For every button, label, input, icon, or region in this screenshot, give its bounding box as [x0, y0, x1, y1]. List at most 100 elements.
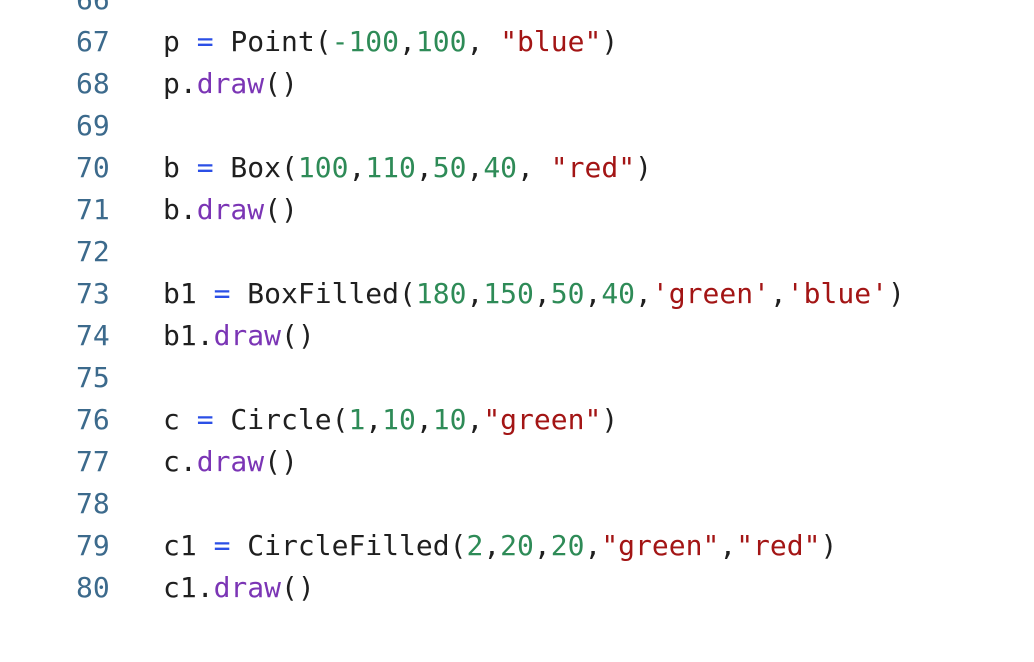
- code-token-method: draw: [196, 193, 265, 226]
- line-number: 77: [76, 445, 110, 478]
- line-number: 68: [76, 67, 110, 100]
- code-text[interactable]: b.draw(): [163, 189, 298, 231]
- code-token-num: 40: [483, 151, 518, 184]
- code-token-plain: (): [264, 67, 298, 100]
- code-token-num: -100: [331, 25, 400, 58]
- code-token-plain: ,: [533, 529, 551, 562]
- code-line[interactable]: 67 p = Point(-100,100, "blue"): [0, 21, 1034, 63]
- code-line[interactable]: 75: [0, 357, 1034, 399]
- code-text[interactable]: p.draw(): [163, 63, 298, 105]
- code-lines[interactable]: 6667p = Point(-100,100, "blue")68p.draw(…: [0, 0, 1034, 609]
- code-line[interactable]: 68 p.draw(): [0, 63, 1034, 105]
- code-token-plain: ,: [517, 151, 551, 184]
- code-token-plain: ): [601, 25, 619, 58]
- code-text[interactable]: p = Point(-100,100, "blue"): [163, 21, 618, 63]
- code-token-plain: ,: [533, 277, 551, 310]
- code-token-method: draw: [196, 67, 265, 100]
- code-token-op: =: [196, 151, 214, 184]
- code-token-num: 10: [382, 403, 416, 436]
- line-number: 73: [76, 277, 110, 310]
- code-token-plain: Point(: [213, 25, 332, 58]
- code-token-plain: ,: [466, 151, 484, 184]
- code-token-str: 'blue': [786, 277, 888, 310]
- code-token-plain: Circle(: [213, 403, 349, 436]
- code-token-num: 100: [297, 151, 349, 184]
- code-token-plain: ,: [584, 529, 602, 562]
- line-number: 67: [76, 25, 110, 58]
- code-token-plain: ,: [348, 151, 366, 184]
- code-line[interactable]: 77 c.draw(): [0, 441, 1034, 483]
- code-token-num: 20: [550, 529, 585, 562]
- line-number: 78: [76, 487, 110, 520]
- code-token-str: "red": [550, 151, 636, 184]
- code-token-plain: c: [163, 403, 197, 436]
- code-token-plain: ,: [635, 277, 652, 310]
- code-token-plain: ,: [415, 403, 433, 436]
- code-token-plain: (): [281, 319, 315, 352]
- code-line[interactable]: 72: [0, 231, 1034, 273]
- code-token-num: 50: [550, 277, 585, 310]
- line-number: 70: [76, 151, 110, 184]
- code-token-plain: CircleFilled(: [230, 529, 467, 562]
- code-token-num: 20: [500, 529, 534, 562]
- code-token-str: "green": [483, 403, 602, 436]
- line-number: 75: [76, 361, 110, 394]
- code-token-str: "green": [601, 529, 720, 562]
- code-token-plain: ,: [365, 403, 383, 436]
- code-token-num: 1: [348, 403, 366, 436]
- code-text[interactable]: c1 = CircleFilled(2,20,20,"green","red"): [163, 525, 837, 567]
- code-editor[interactable]: 6667p = Point(-100,100, "blue")68p.draw(…: [0, 0, 1034, 662]
- code-token-plain: ,: [415, 151, 433, 184]
- code-token-str: 'green': [651, 277, 770, 310]
- code-line[interactable]: 76 c = Circle(1,10,10,"green"): [0, 399, 1034, 441]
- code-line[interactable]: 71 b.draw(): [0, 189, 1034, 231]
- line-number: 76: [76, 403, 110, 436]
- code-text[interactable]: c1.draw(): [163, 567, 315, 609]
- code-line[interactable]: 74 b1.draw(): [0, 315, 1034, 357]
- code-line[interactable]: 79 c1 = CircleFilled(2,20,20,"green","red…: [0, 525, 1034, 567]
- code-token-plain: (): [281, 571, 315, 604]
- line-number: 74: [76, 319, 110, 352]
- code-line[interactable]: 78: [0, 483, 1034, 525]
- code-token-op: =: [196, 403, 214, 436]
- code-text[interactable]: c.draw(): [163, 441, 298, 483]
- line-number: 71: [76, 193, 110, 226]
- line-number: 72: [76, 235, 110, 268]
- code-token-plain: ): [887, 277, 905, 310]
- code-token-plain: ,: [399, 25, 416, 58]
- code-token-plain: ,: [719, 529, 737, 562]
- code-token-plain: ,: [466, 403, 484, 436]
- code-token-num: 10: [432, 403, 467, 436]
- code-token-op: =: [213, 529, 231, 562]
- code-token-op: =: [213, 277, 231, 310]
- line-number: 80: [76, 571, 110, 604]
- code-line[interactable]: 70 b = Box(100,110,50,40, "red"): [0, 147, 1034, 189]
- code-token-plain: b.: [163, 193, 197, 226]
- code-token-str: "red": [736, 529, 821, 562]
- code-token-plain: (): [264, 445, 298, 478]
- code-token-plain: b: [163, 151, 197, 184]
- code-token-plain: c.: [163, 445, 197, 478]
- line-number: 79: [76, 529, 110, 562]
- code-token-plain: b1: [163, 277, 214, 310]
- code-token-plain: ,: [466, 25, 501, 58]
- code-token-method: draw: [196, 445, 265, 478]
- code-text[interactable]: b1.draw(): [163, 315, 315, 357]
- code-token-method: draw: [213, 319, 282, 352]
- code-token-plain: p.: [163, 67, 197, 100]
- code-token-num: 110: [365, 151, 416, 184]
- code-token-plain: ): [601, 403, 619, 436]
- code-line[interactable]: 69: [0, 105, 1034, 147]
- code-token-plain: c1.: [163, 571, 214, 604]
- code-line[interactable]: 80 c1.draw(): [0, 567, 1034, 609]
- code-text[interactable]: b1 = BoxFilled(180,150,50,40,'green','bl…: [163, 273, 905, 315]
- code-text[interactable]: b = Box(100,110,50,40, "red"): [163, 147, 652, 189]
- line-number: 66: [76, 0, 116, 21]
- code-token-num: 100: [415, 25, 467, 58]
- code-line[interactable]: 66: [0, 0, 1034, 21]
- code-token-num: 2: [466, 529, 484, 562]
- code-token-plain: ): [820, 529, 838, 562]
- code-token-plain: Box(: [213, 151, 298, 184]
- code-text[interactable]: c = Circle(1,10,10,"green"): [163, 399, 618, 441]
- code-line[interactable]: 73 b1 = BoxFilled(180,150,50,40,'green','…: [0, 273, 1034, 315]
